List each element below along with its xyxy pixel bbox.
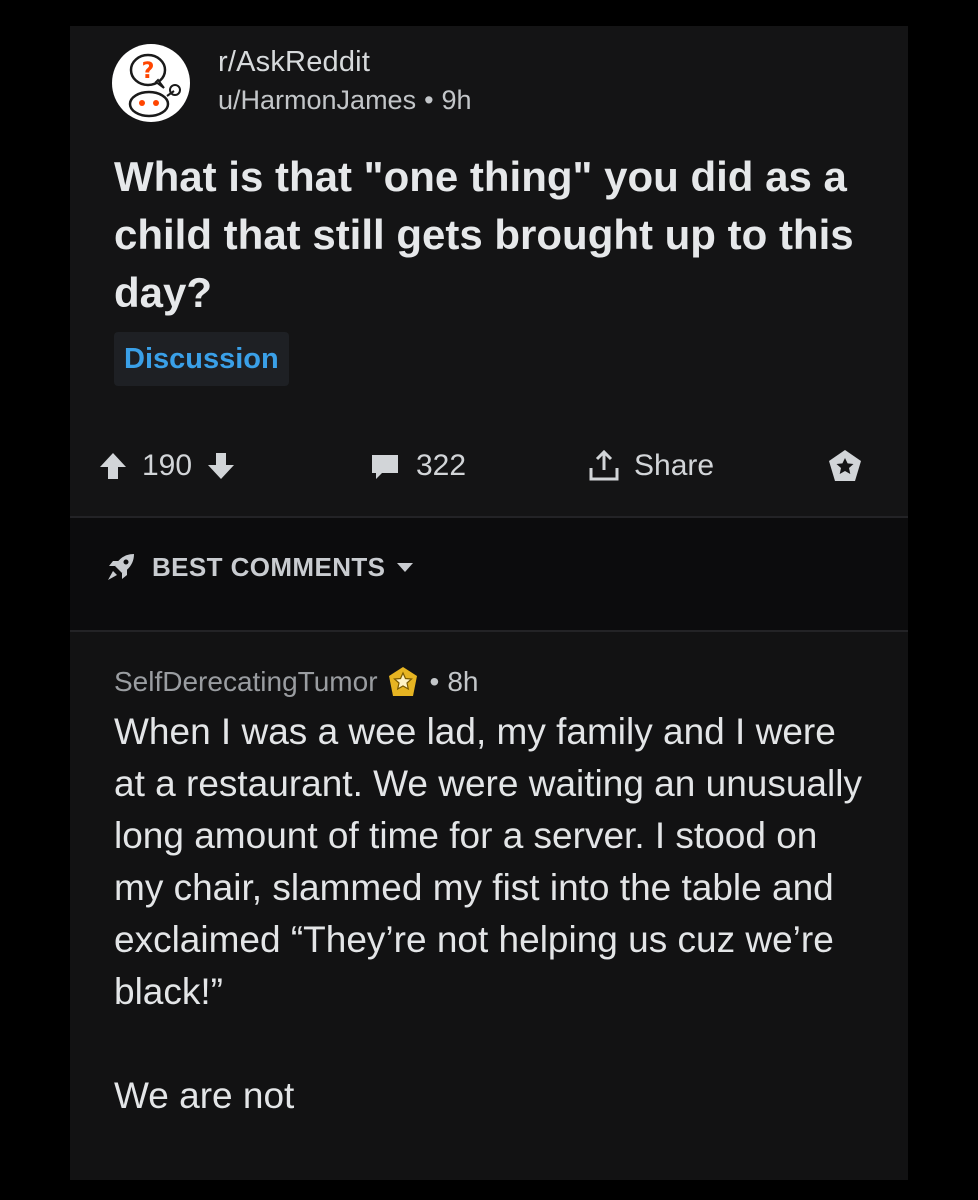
comments-button[interactable]: 322 [368,444,466,488]
separator-dot: • [424,85,434,115]
comment-age: 8h [447,666,479,697]
sort-label: BEST COMMENTS [152,551,386,582]
comment-sort-bar: BEST COMMENTS [70,518,908,630]
comment: SelfDerecatingTumor • 8h When I was a we… [114,664,874,1122]
divider [70,630,908,632]
comment-paragraph: When I was a wee lad, my family and I we… [114,711,862,1012]
comment-paragraph: We are not [114,1075,295,1116]
comment-author[interactable]: SelfDerecatingTumor [114,664,378,700]
comment-meta: SelfDerecatingTumor • 8h [114,664,874,700]
sort-dropdown[interactable]: BEST COMMENTS [104,550,415,584]
separator-dot: • [429,666,440,697]
subreddit-avatar-icon[interactable]: ? [112,44,190,122]
share-button[interactable]: Share [586,444,714,488]
author-line: u/HarmonJames • 9h [218,82,472,118]
post-age: 9h [441,85,472,115]
reddit-post-card: ? r/AskReddit u/HarmonJames • 9h What is t… [70,26,908,1180]
award-icon[interactable] [386,665,420,699]
vote-group: 190 [96,444,238,488]
share-label: Share [634,449,715,482]
post-action-bar: 190 322 Share [96,444,876,488]
post-author[interactable]: u/HarmonJames [218,85,416,115]
post-flair[interactable]: Discussion [114,332,289,386]
downvote-icon[interactable] [204,449,238,483]
comment-icon [368,449,402,483]
save-button[interactable] [826,444,864,488]
share-icon [586,448,622,484]
post-title[interactable]: What is that "one thing" you did as a ch… [114,148,854,322]
chevron-down-icon [395,560,415,574]
svg-text:?: ? [142,59,155,84]
post-meta: r/AskReddit u/HarmonJames • 9h [218,44,472,118]
comment-body: When I was a wee lad, my family and I we… [114,706,864,1122]
vote-count: 190 [142,449,193,482]
post-container: ? r/AskReddit u/HarmonJames • 9h What is t… [70,26,908,516]
rocket-icon [104,550,138,584]
comment-count: 322 [416,449,467,482]
upvote-icon[interactable] [96,449,130,483]
subreddit-name[interactable]: r/AskReddit [218,44,472,80]
save-icon [826,447,864,485]
